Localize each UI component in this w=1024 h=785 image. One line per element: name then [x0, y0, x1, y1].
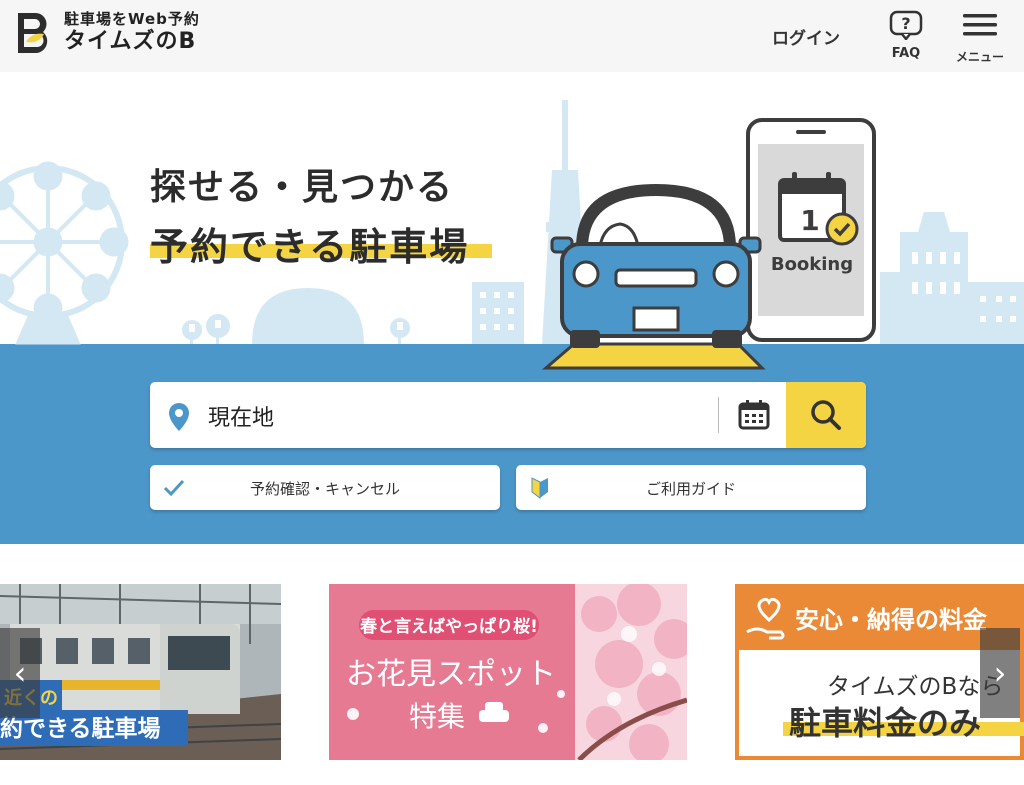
calendar-day: 1: [800, 204, 819, 237]
booking-label: Booking: [771, 254, 853, 275]
logo-b-icon: [18, 13, 48, 53]
menu-button[interactable]: メニュー: [952, 12, 1008, 65]
banner2-line3: 特集: [409, 700, 465, 733]
banner3-line2: タイムズのBなら: [827, 674, 1003, 700]
logo-name: タイムズのB: [64, 29, 197, 54]
date-picker-button[interactable]: [720, 382, 786, 448]
search-button[interactable]: [786, 382, 866, 448]
login-link[interactable]: ログイン: [772, 24, 840, 49]
faq-button[interactable]: ? FAQ: [884, 10, 928, 61]
header: 駐車場をWeb予約 タイムズのB ログイン ? FAQ メニュー: [0, 0, 1024, 72]
banner2-line1: 春と言えばやっぱり桜!: [360, 616, 538, 637]
banner3-line1: 安心・納得の料金: [795, 606, 988, 634]
faq-label: FAQ: [891, 46, 921, 61]
banner-cherry-blossom[interactable]: 春と言えばやっぱり桜! お花見スポット 特集: [329, 584, 687, 760]
carousel-next-button[interactable]: ›: [980, 628, 1020, 718]
reservation-check-label: 予約確認・キャンセル: [249, 480, 400, 498]
banner2-line2: お花見スポット: [346, 657, 556, 692]
search-divider: [718, 397, 719, 433]
hero-headline-line2: 予約できる駐車場: [150, 225, 470, 269]
car-illustration: [550, 184, 762, 348]
svg-text:?: ?: [901, 14, 910, 33]
usage-guide-button[interactable]: ご利用ガイド: [516, 465, 866, 510]
map-pin-icon: [169, 403, 189, 431]
cherry-blossom-banner: 春と言えばやっぱり桜! お花見スポット 特集: [329, 584, 687, 760]
hamburger-icon: [963, 14, 997, 36]
usage-guide-label: ご利用ガイド: [645, 480, 736, 498]
banner-nearby-parking[interactable]: 近くの 約できる駐車場: [0, 584, 281, 760]
search-input[interactable]: [206, 394, 710, 438]
carousel-prev-button[interactable]: ‹: [0, 628, 40, 718]
banner1-line2: 約できる駐車場: [0, 715, 161, 742]
reservation-check-button[interactable]: 予約確認・キャンセル: [150, 465, 500, 510]
search-icon: [811, 400, 841, 430]
search-bar: [150, 382, 866, 448]
smartphone-illustration: 1 Booking: [746, 118, 876, 342]
calendar-icon: [738, 400, 770, 430]
logo-tagline: 駐車場をWeb予約: [64, 10, 200, 28]
train-photo: 近くの 約できる駐車場: [0, 584, 281, 760]
question-bubble-icon: ?: [889, 10, 923, 42]
hero-headline-line1: 探せる・見つかる: [150, 167, 455, 208]
ferris-wheel-icon: [0, 161, 129, 345]
site-logo[interactable]: 駐車場をWeb予約 タイムズのB: [14, 10, 200, 56]
menu-label: メニュー: [955, 50, 1004, 64]
banner3-line3: 駐車料金のみ: [789, 704, 981, 742]
